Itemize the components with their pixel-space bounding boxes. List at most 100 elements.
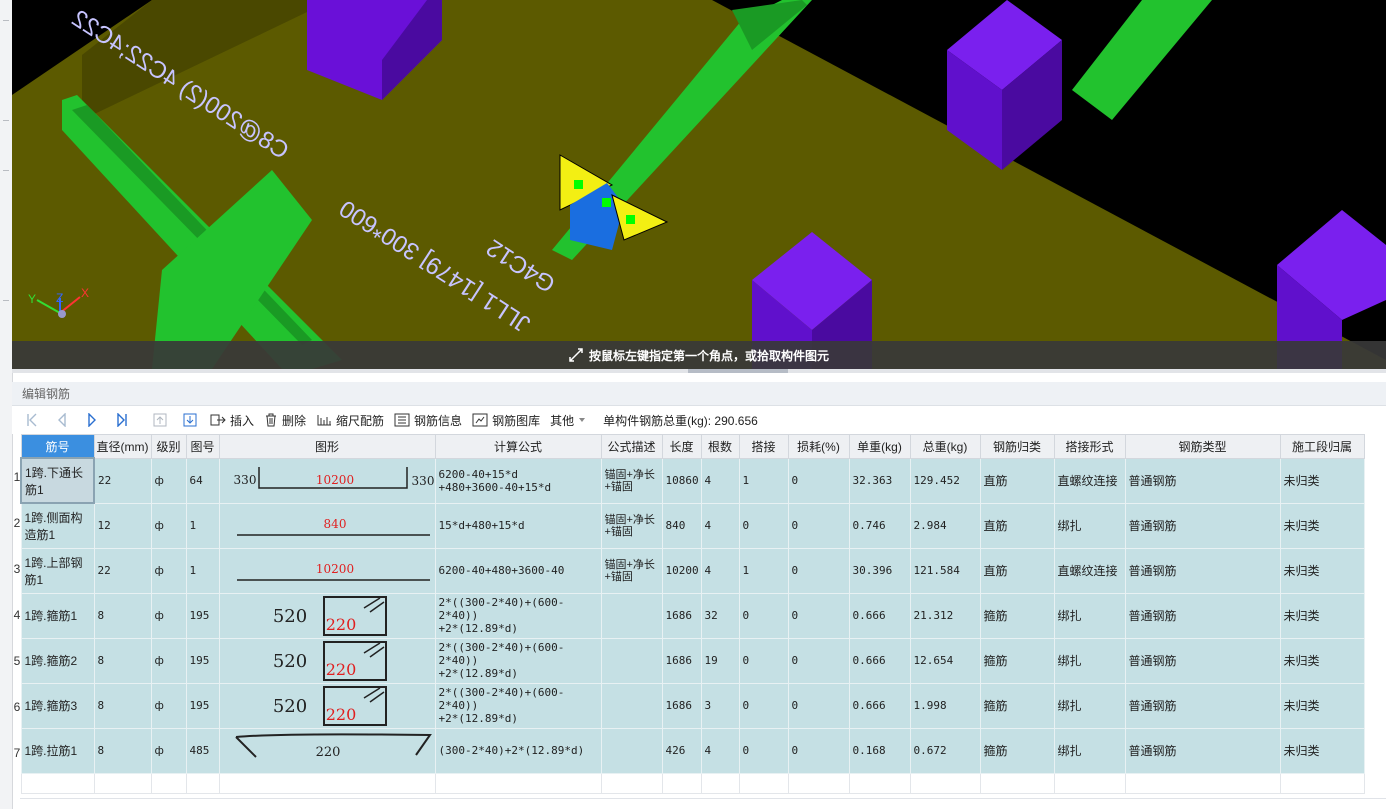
cell-total_wt[interactable]: 0.672 bbox=[909, 727, 981, 774]
cell-length[interactable]: 1686 bbox=[661, 682, 702, 729]
empty-cell[interactable] bbox=[218, 772, 436, 794]
cell-name[interactable]: 1跨.侧面构造筋1 bbox=[20, 502, 95, 549]
cell-shape[interactable]: 520 220 bbox=[218, 637, 436, 684]
empty-cell[interactable] bbox=[185, 772, 220, 794]
column-header[interactable]: 级别 bbox=[150, 434, 187, 459]
cell-length[interactable]: 1686 bbox=[661, 637, 702, 684]
cell-type[interactable]: 普通钢筋 bbox=[1124, 547, 1281, 594]
empty-cell[interactable] bbox=[1053, 772, 1126, 794]
3d-viewport[interactable]: C8@200(2) 4C22;4C22 JLL1 [1479] 300*600 … bbox=[12, 0, 1386, 369]
cell-unit_wt[interactable]: 0.666 bbox=[848, 592, 911, 639]
cell-loss[interactable]: 0 bbox=[787, 457, 850, 504]
empty-cell[interactable] bbox=[909, 772, 981, 794]
splitter-grip[interactable] bbox=[688, 369, 788, 373]
cell-loss[interactable]: 0 bbox=[787, 637, 850, 684]
cell-total_wt[interactable]: 2.984 bbox=[909, 502, 981, 549]
cell-formula[interactable]: 6200-40+15*d +480+3600-40+15*d bbox=[434, 457, 602, 504]
column-header[interactable]: 根数 bbox=[700, 434, 740, 459]
other-dropdown[interactable]: 其他 bbox=[550, 409, 591, 431]
rebar-library-button[interactable]: 钢筋图库 bbox=[472, 409, 540, 431]
cell-loss[interactable]: 0 bbox=[787, 502, 850, 549]
cell-grade[interactable]: ф bbox=[150, 637, 187, 684]
cell-dia[interactable]: 12 bbox=[93, 502, 152, 549]
cell-lap_type[interactable]: 直螺纹连接 bbox=[1053, 457, 1126, 504]
cell-desc[interactable]: 锚固+净长+锚固 bbox=[600, 502, 663, 549]
cell-cat[interactable]: 箍筋 bbox=[979, 682, 1055, 729]
cell-lap_type[interactable]: 绑扎 bbox=[1053, 502, 1126, 549]
cell-grade[interactable]: ф bbox=[150, 727, 187, 774]
move-up-button[interactable] bbox=[150, 409, 170, 431]
prev-record-button[interactable] bbox=[52, 409, 72, 431]
table-row[interactable]: 1跨.箍筋2 8 ф 195 520 220 2*((300-2*40)+(600-2*40… bbox=[20, 637, 1365, 684]
cell-cat[interactable]: 箍筋 bbox=[979, 727, 1055, 774]
cell-fig[interactable]: 1 bbox=[185, 547, 220, 594]
cell-desc[interactable]: 锚固+净长+锚固 bbox=[600, 457, 663, 504]
cell-fig[interactable]: 64 bbox=[185, 457, 220, 504]
pane-splitter[interactable] bbox=[12, 369, 1386, 373]
cell-cat[interactable]: 箍筋 bbox=[979, 592, 1055, 639]
cell-name[interactable]: 1跨.箍筋2 bbox=[20, 637, 95, 684]
cell-unit_wt[interactable]: 32.363 bbox=[848, 457, 911, 504]
cell-dia[interactable]: 8 bbox=[93, 727, 152, 774]
empty-cell[interactable] bbox=[661, 772, 702, 794]
cell-count[interactable]: 19 bbox=[700, 637, 740, 684]
cell-lap[interactable]: 1 bbox=[738, 547, 789, 594]
empty-cell[interactable] bbox=[848, 772, 911, 794]
empty-cell[interactable] bbox=[600, 772, 663, 794]
empty-cell[interactable] bbox=[1279, 772, 1365, 794]
column-header[interactable]: 钢筋归类 bbox=[979, 434, 1055, 459]
cell-lap_type[interactable]: 绑扎 bbox=[1053, 637, 1126, 684]
cell-unit_wt[interactable]: 30.396 bbox=[848, 547, 911, 594]
table-row[interactable]: 1跨.侧面构造筋1 12 ф 1 840 15*d+480+15*d 锚固+净长+锚固 840… bbox=[20, 502, 1365, 549]
empty-cell[interactable] bbox=[93, 772, 152, 794]
cell-loss[interactable]: 0 bbox=[787, 727, 850, 774]
cell-cat[interactable]: 直筋 bbox=[979, 502, 1055, 549]
cell-lap_type[interactable]: 绑扎 bbox=[1053, 727, 1126, 774]
cell-shape[interactable]: 220 bbox=[218, 727, 436, 774]
insert-button[interactable]: 插入 bbox=[210, 409, 254, 431]
empty-row[interactable] bbox=[20, 772, 1365, 794]
cell-desc[interactable]: 锚固+净长+锚固 bbox=[600, 547, 663, 594]
cell-dia[interactable]: 8 bbox=[93, 592, 152, 639]
column-header[interactable]: 总重(kg) bbox=[909, 434, 981, 459]
cell-shape[interactable]: 840 bbox=[218, 502, 436, 549]
cell-type[interactable]: 普通钢筋 bbox=[1124, 682, 1281, 729]
table-row[interactable]: 1跨.拉筋1 8 ф 485 220 (300-2*40)+2*(12.89*d) 426 4… bbox=[20, 727, 1365, 774]
cell-length[interactable]: 840 bbox=[661, 502, 702, 549]
cell-cat[interactable]: 直筋 bbox=[979, 457, 1055, 504]
cell-formula[interactable]: 2*((300-2*40)+(600-2*40)) +2*(12.89*d) bbox=[434, 637, 602, 684]
column-header[interactable]: 公式描述 bbox=[600, 434, 663, 459]
empty-cell[interactable] bbox=[434, 772, 602, 794]
cell-formula[interactable]: 2*((300-2*40)+(600-2*40)) +2*(12.89*d) bbox=[434, 592, 602, 639]
cell-desc[interactable] bbox=[600, 637, 663, 684]
cell-fig[interactable]: 485 bbox=[185, 727, 220, 774]
column-header[interactable]: 直径(mm) bbox=[93, 434, 152, 459]
cell-dia[interactable]: 22 bbox=[93, 547, 152, 594]
cell-fig[interactable]: 195 bbox=[185, 592, 220, 639]
cell-desc[interactable] bbox=[600, 727, 663, 774]
table-row[interactable]: 1跨.箍筋3 8 ф 195 520 220 2*((300-2*40)+(600-2*40… bbox=[20, 682, 1365, 729]
cell-unit_wt[interactable]: 0.666 bbox=[848, 682, 911, 729]
cell-stage[interactable]: 未归类 bbox=[1279, 502, 1365, 549]
cell-count[interactable]: 3 bbox=[700, 682, 740, 729]
empty-cell[interactable] bbox=[787, 772, 850, 794]
column-header[interactable]: 图号 bbox=[185, 434, 220, 459]
cell-type[interactable]: 普通钢筋 bbox=[1124, 637, 1281, 684]
cell-grade[interactable]: ф bbox=[150, 547, 187, 594]
cell-desc[interactable] bbox=[600, 682, 663, 729]
cell-lap[interactable]: 0 bbox=[738, 727, 789, 774]
empty-cell[interactable] bbox=[700, 772, 740, 794]
cell-length[interactable]: 10860 bbox=[661, 457, 702, 504]
empty-cell[interactable] bbox=[979, 772, 1055, 794]
first-record-button[interactable] bbox=[22, 409, 42, 431]
cell-total_wt[interactable]: 21.312 bbox=[909, 592, 981, 639]
cell-length[interactable]: 1686 bbox=[661, 592, 702, 639]
cell-count[interactable]: 4 bbox=[700, 457, 740, 504]
column-header[interactable]: 钢筋类型 bbox=[1124, 434, 1281, 459]
cell-lap_type[interactable]: 直螺纹连接 bbox=[1053, 547, 1126, 594]
cell-lap_type[interactable]: 绑扎 bbox=[1053, 592, 1126, 639]
cell-stage[interactable]: 未归类 bbox=[1279, 682, 1365, 729]
last-record-button[interactable] bbox=[112, 409, 132, 431]
cell-total_wt[interactable]: 12.654 bbox=[909, 637, 981, 684]
column-header[interactable]: 单重(kg) bbox=[848, 434, 911, 459]
